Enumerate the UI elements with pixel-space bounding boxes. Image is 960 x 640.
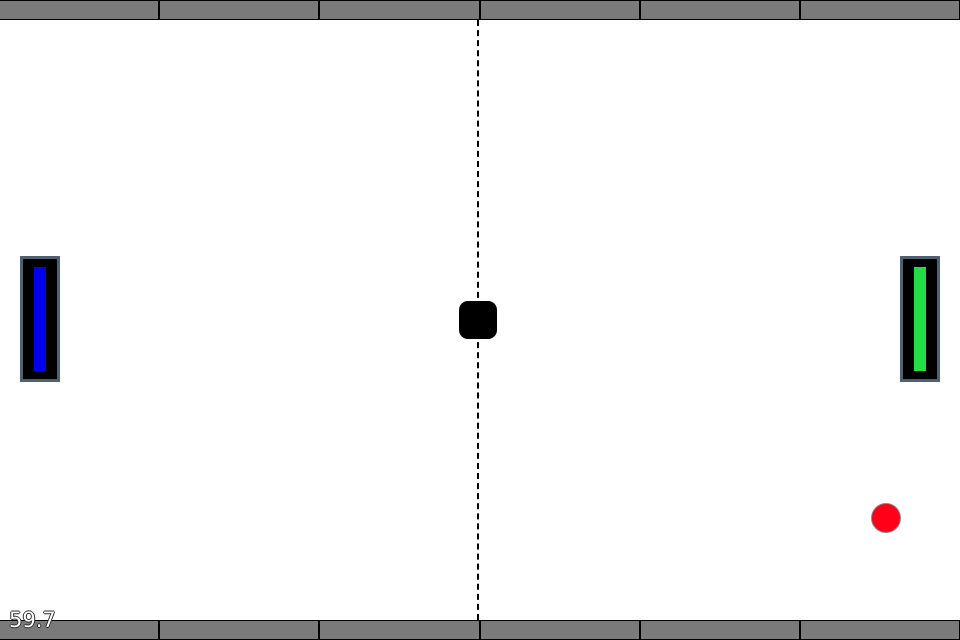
left-paddle[interactable] [20,256,60,382]
top-wall-segment [319,0,480,20]
right-paddle[interactable] [900,256,940,382]
top-wall-segment [799,0,960,20]
right-paddle-core [914,267,926,371]
top-wall-segment [479,0,640,20]
left-paddle-core [34,267,46,371]
top-wall [0,0,960,20]
center-block-obstacle [459,301,497,339]
top-wall-segment [159,0,320,20]
bottom-wall-segment [639,620,800,640]
bottom-wall-segment [479,620,640,640]
bottom-wall [0,620,960,640]
bottom-wall-segment [799,620,960,640]
ball [871,503,901,533]
bottom-wall-segment [319,620,480,640]
top-wall-segment [0,0,160,20]
top-wall-segment [639,0,800,20]
bottom-wall-segment [159,620,320,640]
pong-game-field[interactable]: 59.7 [0,0,960,640]
fps-counter: 59.7 [9,608,56,632]
